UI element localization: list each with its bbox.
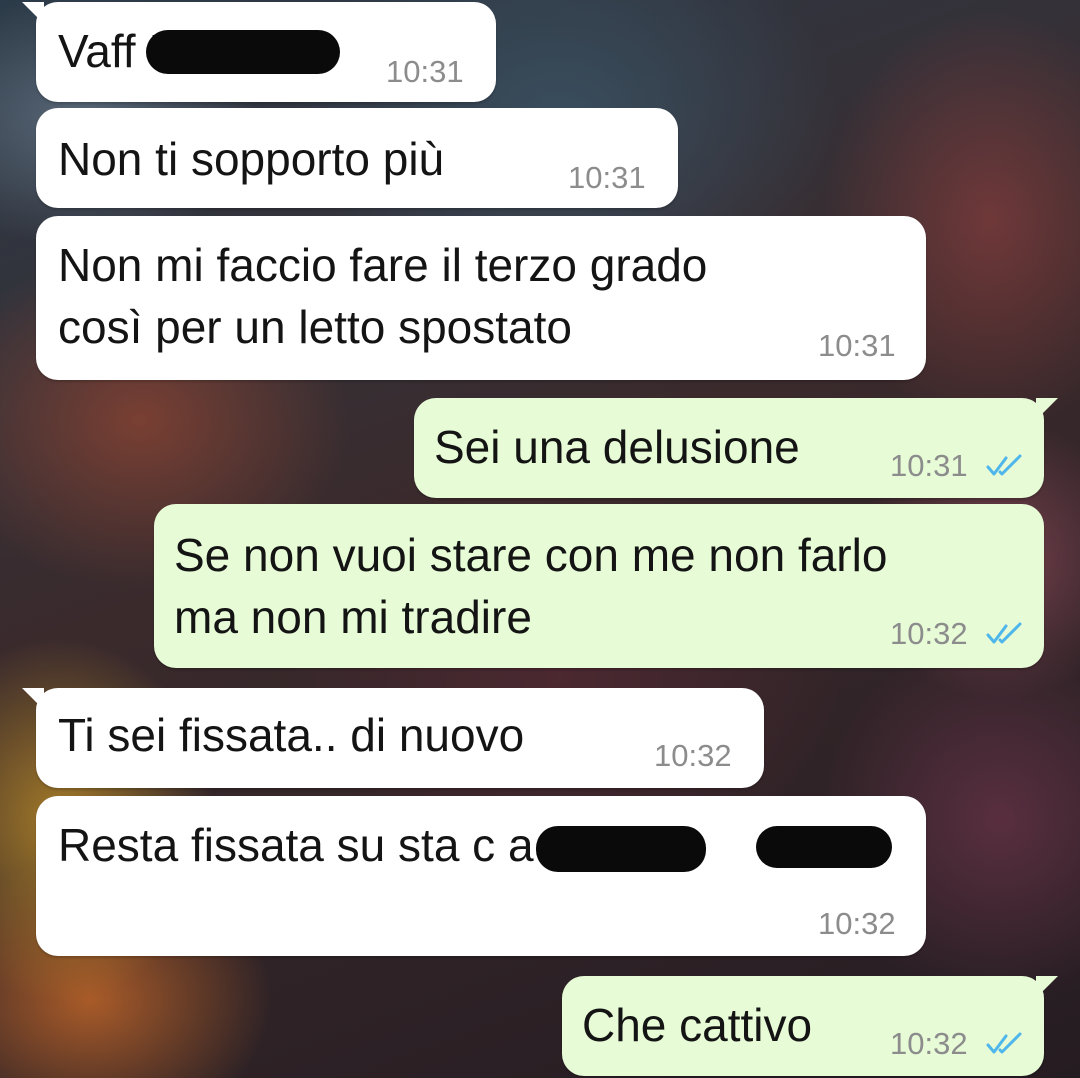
message-text: Resta fissata su sta c a st ! — [58, 819, 608, 871]
message-time: 10:32 — [818, 906, 896, 941]
message-bubble-incoming[interactable]: Ti sei fissata.. di nuovo 10:32 — [22, 688, 764, 788]
message-text-line-1: Se non vuoi stare con me non farlo — [174, 529, 888, 581]
message-text: Ti sei fissata.. di nuovo — [58, 709, 525, 761]
message-text-line-2: ma non mi tradire — [174, 591, 532, 643]
message-bubble-outgoing[interactable]: Che cattivo 10:32 — [562, 976, 1058, 1076]
message-time: 10:31 — [818, 328, 896, 363]
message-text: Che cattivo — [582, 999, 813, 1051]
message-time: 10:31 — [568, 160, 646, 195]
message-text: Sei una delusione — [434, 421, 800, 473]
message-bubble-outgoing[interactable]: Sei una delusione 10:31 — [414, 398, 1058, 498]
message-time: 10:31 — [386, 54, 464, 89]
double-check-read-icon — [986, 622, 1022, 644]
message-time: 10:31 — [890, 448, 968, 483]
double-check-read-icon — [986, 454, 1022, 476]
redaction-scribble — [146, 30, 340, 74]
message-text-line-2: così per un letto spostato — [58, 301, 572, 353]
bubble-tail — [22, 2, 44, 24]
message-bubble-incoming[interactable]: Resta fissata su sta c a st ! 10:32 — [36, 796, 926, 956]
bubble-tail — [1036, 976, 1058, 998]
message-bubble-incoming[interactable]: Non mi faccio fare il terzo grado così p… — [36, 216, 926, 380]
message-bubble-incoming[interactable]: Non ti sopporto più 10:31 — [36, 108, 678, 208]
double-check-read-icon — [986, 1032, 1022, 1054]
message-bubble-incoming[interactable]: Vaff ! 10:31 — [22, 2, 496, 102]
bubble-tail — [1036, 398, 1058, 420]
message-time: 10:32 — [890, 1026, 968, 1061]
message-time: 10:32 — [890, 616, 968, 651]
message-time: 10:32 — [654, 738, 732, 773]
message-text: Non ti sopporto più — [58, 133, 445, 185]
bubble-tail — [22, 688, 44, 710]
message-text-line-1: Non mi faccio fare il terzo grado — [58, 239, 708, 291]
redaction-scribble — [756, 826, 892, 868]
message-bubble-outgoing[interactable]: Se non vuoi stare con me non farlo ma no… — [154, 504, 1044, 668]
redaction-scribble — [536, 826, 706, 872]
